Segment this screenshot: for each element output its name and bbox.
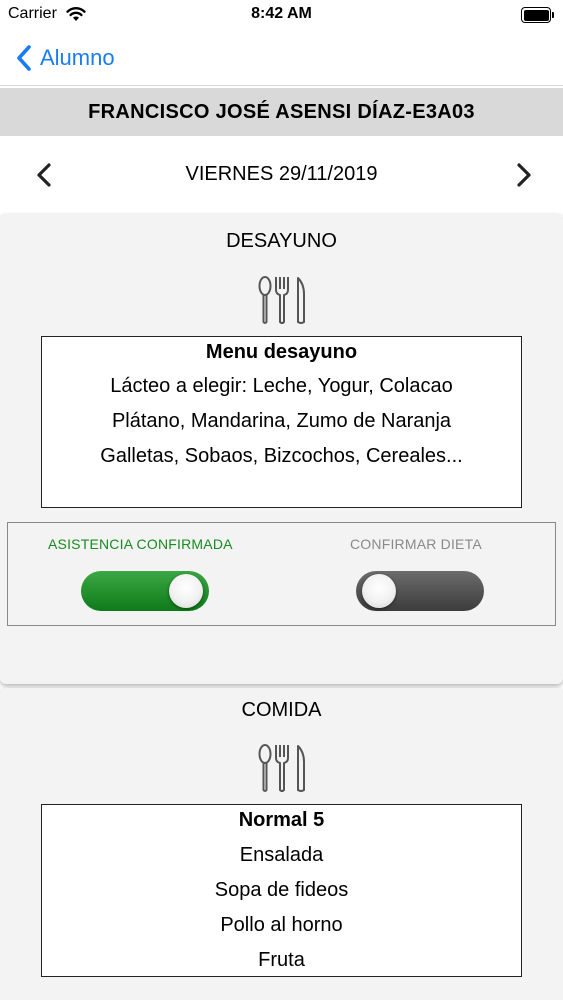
menu-line: Pollo al horno — [220, 914, 343, 936]
cutlery-icon — [258, 744, 305, 792]
status-bar: Carrier 8:42 AM — [0, 0, 563, 30]
menu-line: Fruta — [258, 949, 305, 971]
lunch-card: COMIDA Normal 5 Ensalada Sopa de fideos … — [0, 688, 563, 1000]
attendance-label: ASISTENCIA CONFIRMADA — [48, 536, 233, 552]
toggle-knob — [362, 574, 396, 608]
diet-label: CONFIRMAR DIETA — [350, 536, 482, 552]
menu-title: Menu desayuno — [205, 341, 358, 363]
lunch-menu-box: Normal 5 Ensalada Sopa de fideos Pollo a… — [41, 804, 522, 977]
menu-line: Galletas, Sobaos, Bizcochos, Cereales... — [100, 445, 463, 467]
menu-line: Ensalada — [239, 844, 324, 866]
battery-icon — [521, 7, 555, 23]
attendance-toggle[interactable] — [81, 571, 209, 611]
meal-title: DESAYUNO — [226, 230, 337, 252]
menu-line: Lácteo a elegir: Leche, Yogur, Colacao — [110, 375, 453, 397]
back-label: Alumno — [40, 45, 115, 70]
menu-title: Normal 5 — [238, 809, 325, 831]
next-day-button[interactable] — [508, 159, 538, 191]
chevron-left-icon — [17, 45, 31, 71]
menu-line: Plátano, Mandarina, Zumo de Naranja — [111, 410, 452, 432]
breakfast-card: DESAYUNO Menu desayuno Lácteo a elegir: … — [0, 214, 563, 684]
meal-title: COMIDA — [241, 699, 322, 721]
navigation-bar: Alumno — [0, 30, 563, 86]
confirmation-panel: ASISTENCIA CONFIRMADA CONFIRMAR DIETA — [7, 522, 556, 626]
menu-line: Sopa de fideos — [214, 879, 349, 901]
toggle-knob — [169, 574, 203, 608]
diet-toggle[interactable] — [356, 571, 484, 611]
student-header: FRANCISCO JOSÉ ASENSI DÍAZ-E3A03 — [0, 88, 563, 136]
back-button[interactable]: Alumno — [14, 40, 115, 76]
breakfast-menu-box: Menu desayuno Lácteo a elegir: Leche, Yo… — [41, 336, 522, 508]
cutlery-icon — [258, 276, 305, 324]
date-selector: VIERNES 29/11/2019 — [0, 137, 563, 213]
date-label: VIERNES 29/11/2019 — [185, 163, 378, 185]
status-time: 8:42 AM — [251, 5, 312, 22]
